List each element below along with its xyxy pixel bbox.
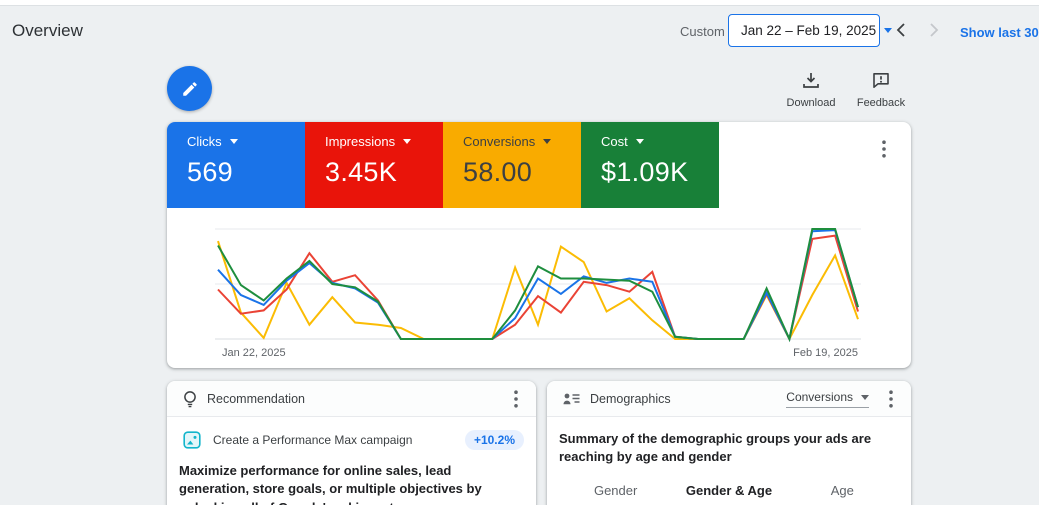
demographics-metric-selector[interactable]: Conversions [786,390,869,408]
scorecard-impressions[interactable]: Impressions 3.45K [305,122,443,208]
date-range-controls: Custom Jan 22 – Feb 19, 2025 Show last 3… [660,0,1039,58]
svg-text:Jan 22, 2025: Jan 22, 2025 [222,347,286,359]
scorecard-cost[interactable]: Cost $1.09K [581,122,719,208]
scorecard-label: Clicks [187,134,222,149]
scorecard-value: $1.09K [601,157,689,187]
chevron-down-icon [403,139,412,144]
recommendation-card-header: Recommendation [167,381,536,417]
overview-page: Overview Custom Jan 22 – Feb 19, 2025 Sh… [0,0,1039,505]
date-mode-label: Custom [680,24,725,39]
kebab-menu-icon [882,140,886,158]
page-title: Overview [12,21,83,40]
feedback-button[interactable]: Feedback [849,72,913,109]
download-button[interactable]: Download [779,72,843,109]
recommendation-menu-button[interactable] [506,388,526,410]
chevron-down-icon [861,394,869,400]
chevron-down-icon [229,139,238,144]
scorecard-row: Clicks 569 Impressions 3.45K Conversions… [167,122,911,208]
demographics-summary: Summary of the demographic groups your a… [559,431,872,465]
kebab-menu-icon [889,390,893,408]
selected-metric: Conversions [786,390,853,404]
tab-gender[interactable]: Gender [559,483,672,498]
performance-trend-chart: Jan 22, 2025 Feb 19, 2025 [215,228,861,359]
performance-card: Clicks 569 Impressions 3.45K Conversions… [167,122,911,368]
demographics-card-header: Demographics Conversions [547,381,911,417]
svg-text:Feb 19, 2025: Feb 19, 2025 [793,347,858,359]
recommendation-description: Maximize performance for online sales, l… [179,463,482,505]
uplift-badge: +10.2% [464,430,524,450]
date-range-value: Jan 22 – Feb 19, 2025 [741,23,877,38]
scorecard-label: Impressions [325,134,396,149]
campaign-icon [183,431,201,449]
feedback-icon [873,73,889,88]
scorecard-label: Cost [601,134,628,149]
chevron-down-icon [635,139,644,144]
demographics-tabs: Gender Gender & Age Age [547,483,911,498]
scorecard-value: 569 [187,157,233,187]
edit-button[interactable] [167,66,212,111]
scorecard-conversions[interactable]: Conversions 58.00 [443,122,581,208]
scorecard-value: 58.00 [463,157,533,187]
chevron-down-icon [543,139,552,144]
download-icon [803,73,819,88]
previous-period-button[interactable] [888,18,912,42]
tab-age[interactable]: Age [786,483,899,498]
demographics-card: Demographics Conversions Summary of the … [547,381,911,505]
recommendation-card-title: Recommendation [207,391,305,406]
scorecard-label: Conversions [463,134,536,149]
demographics-card-title: Demographics [590,391,671,406]
download-label: Download [786,97,836,109]
lightbulb-icon [184,390,196,407]
demographics-menu-button[interactable] [881,388,901,410]
recommendation-item[interactable]: Create a Performance Max campaign +10.2% [167,417,536,450]
tab-gender-and-age[interactable]: Gender & Age [672,483,785,498]
recommendation-item-title: Create a Performance Max campaign [213,433,413,447]
date-range-picker[interactable]: Jan 22 – Feb 19, 2025 [728,14,893,47]
recommendation-card: Recommendation Create a Performance Max … [167,381,536,505]
show-last-30-days-link[interactable]: Show last 30 da [960,25,1039,40]
card-menu-button[interactable] [874,138,894,160]
scorecard-value: 3.45K [325,157,398,187]
kebab-menu-icon [514,390,518,408]
feedback-label: Feedback [856,97,906,109]
scorecard-clicks[interactable]: Clicks 569 [167,122,305,208]
demographics-icon [563,393,580,404]
pencil-icon [182,81,197,96]
next-period-button[interactable] [922,18,946,42]
